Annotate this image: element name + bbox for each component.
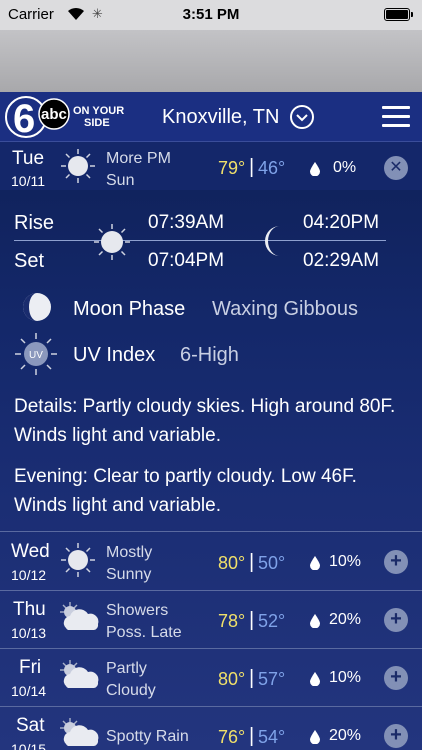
location-dropdown-button[interactable] [290,105,314,129]
svg-text:ON YOUR: ON YOUR [73,105,124,117]
status-bar: Carrier ✳ 3:51 PM [0,0,422,30]
forecast-high-temp: 76° [218,727,246,747]
forecast-day-date: 10/15 [11,741,47,750]
raindrop-icon [310,162,320,176]
svg-text:SIDE: SIDE [84,117,110,129]
raindrop-icon [310,730,320,744]
forecast-condition-2: Poss. Late [106,624,182,641]
forecast-condition-1: Partly [106,660,147,677]
raindrop-icon [310,556,320,570]
forecast-day-date: 10/12 [11,567,47,583]
moonrise-time: 04:20PM [303,212,380,233]
condition-line-1: More PM [106,150,171,167]
partly-cloudy-icon [60,660,99,688]
forecast-precip: 10% [329,553,362,570]
forecast-precip: 10% [329,669,362,686]
forecast-low-temp: 50° [258,553,286,573]
moon-phase-label: Moon Phase [73,298,186,320]
clock: 3:51 PM [182,6,240,23]
temp-separator: | [249,156,255,178]
close-button[interactable]: ✕ [384,156,408,180]
forecast-condition-1: Spotty Rain [106,728,189,745]
location-name[interactable]: Knoxville, TN [162,106,279,129]
svg-text:abc: abc [41,106,67,123]
svg-text:UV: UV [29,350,43,361]
forecast-high-temp: 78° [218,611,246,631]
forecast-condition-1: Mostly [106,544,153,561]
set-label: Set [14,250,45,272]
temp-separator: | [249,551,255,573]
condition-line-2: Sun [106,172,135,189]
expand-button[interactable]: + [384,724,408,748]
moon-phase-icon [23,293,51,321]
forecast-high-temp: 80° [218,669,246,689]
forecast-day-name: Fri [19,657,42,678]
hamburger-menu-button[interactable] [382,106,410,128]
forecast-day-name: Thu [13,599,46,620]
station-logo[interactable]: 6 abc ON YOUR SIDE [4,94,134,140]
forecast-day-name: Sat [16,715,45,736]
uv-index-icon: UV [15,333,57,375]
uv-index-label: UV Index [73,344,156,366]
moonset-time: 02:29AM [303,250,380,271]
forecast-condition-2: Cloudy [106,682,156,699]
moon-icon [265,226,280,256]
details-text: Details: Partly cloudy skies. High aroun… [14,396,396,446]
sunrise-sun-icon [94,224,130,260]
cloud-rain-icon [60,602,99,630]
precip-chance: 0% [333,159,357,176]
horizon-line [14,240,386,241]
forecast-precip: 20% [329,611,362,628]
svg-text:6: 6 [13,97,35,140]
temp-separator: | [249,725,255,747]
forecast-high-temp: 80° [218,553,246,573]
expand-button[interactable]: + [384,666,408,690]
app-header: 6 abc ON YOUR SIDE Knoxville, TN [0,92,422,142]
chevron-down-icon [296,114,308,122]
sunrise-time: 07:39AM [148,212,225,233]
evening-text: Evening: Clear to partly cloudy. Low 46F… [14,466,357,516]
moon-phase-value: Waxing Gibbous [212,298,358,320]
day-name: Tue [12,148,45,169]
sun-icon [61,543,95,577]
uv-index-value: 6-High [180,344,239,366]
temp-separator: | [249,609,255,631]
forecast-condition-1: Showers [106,602,169,619]
battery-icon [384,8,413,21]
sun-icon [61,149,95,183]
cloud-rain-icon [60,718,99,746]
forecast-low-temp: 57° [258,669,286,689]
high-temp: 79° [218,158,246,178]
day-date: 10/11 [11,173,45,189]
weather-detail-panel: Tue 10/11 More PM Sun 79° | 46° 0% ✕ Ris… [0,142,422,750]
forecast-day-name: Wed [11,541,50,562]
expand-button[interactable]: + [384,608,408,632]
temp-separator: | [249,667,255,689]
forecast-precip: 20% [329,727,362,744]
forecast-low-temp: 54° [258,727,286,747]
forecast-day-date: 10/13 [11,625,47,641]
forecast-condition-2: Sunny [106,566,152,583]
forecast-day-date: 10/14 [11,683,47,699]
expand-button[interactable]: + [384,550,408,574]
low-temp: 46° [258,158,286,178]
raindrop-icon [310,614,320,628]
raindrop-icon [310,672,320,686]
forecast-low-temp: 52° [258,611,286,631]
rise-label: Rise [14,212,55,234]
ad-banner-area [0,30,422,92]
sunset-time: 07:04PM [148,250,225,271]
